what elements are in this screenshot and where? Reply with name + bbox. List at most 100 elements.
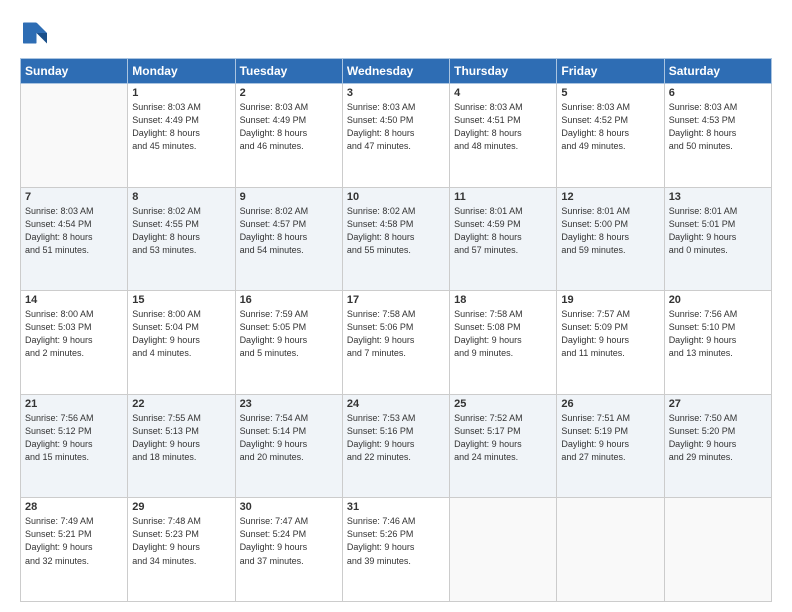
day-number: 21	[25, 398, 123, 410]
day-info: Sunrise: 7:49 AMSunset: 5:21 PMDaylight:…	[25, 515, 123, 567]
day-info: Sunrise: 7:55 AMSunset: 5:13 PMDaylight:…	[132, 412, 230, 464]
calendar-cell: 9 Sunrise: 8:02 AMSunset: 4:57 PMDaylight…	[235, 187, 342, 291]
calendar-cell: 14 Sunrise: 8:00 AMSunset: 5:03 PMDayligh…	[21, 291, 128, 395]
day-info: Sunrise: 8:03 AMSunset: 4:49 PMDaylight:…	[240, 101, 338, 153]
calendar-cell: 26 Sunrise: 7:51 AMSunset: 5:19 PMDayligh…	[557, 394, 664, 498]
day-info: Sunrise: 7:46 AMSunset: 5:26 PMDaylight:…	[347, 515, 445, 567]
day-number: 27	[669, 398, 767, 410]
calendar-cell: 10 Sunrise: 8:02 AMSunset: 4:58 PMDayligh…	[342, 187, 449, 291]
calendar-cell: 19 Sunrise: 7:57 AMSunset: 5:09 PMDayligh…	[557, 291, 664, 395]
header	[20, 18, 772, 48]
day-number: 19	[561, 294, 659, 306]
day-info: Sunrise: 8:00 AMSunset: 5:04 PMDaylight:…	[132, 308, 230, 360]
day-info: Sunrise: 7:52 AMSunset: 5:17 PMDaylight:…	[454, 412, 552, 464]
day-info: Sunrise: 8:03 AMSunset: 4:52 PMDaylight:…	[561, 101, 659, 153]
calendar-cell: 18Sunrise: 7:58 AMSunset: 5:08 PMDayligh…	[450, 291, 557, 395]
day-info: Sunrise: 7:51 AMSunset: 5:19 PMDaylight:…	[561, 412, 659, 464]
calendar-cell: 27 Sunrise: 7:50 AMSunset: 5:20 PMDayligh…	[664, 394, 771, 498]
calendar-cell: 8 Sunrise: 8:02 AMSunset: 4:55 PMDaylight…	[128, 187, 235, 291]
calendar-cell: 7 Sunrise: 8:03 AMSunset: 4:54 PMDaylight…	[21, 187, 128, 291]
calendar-table: SundayMondayTuesdayWednesdayThursdayFrid…	[20, 58, 772, 602]
day-info: Sunrise: 7:57 AMSunset: 5:09 PMDaylight:…	[561, 308, 659, 360]
day-info: Sunrise: 8:02 AMSunset: 4:55 PMDaylight:…	[132, 205, 230, 257]
day-info: Sunrise: 8:02 AMSunset: 4:58 PMDaylight:…	[347, 205, 445, 257]
day-number: 2	[240, 87, 338, 99]
day-number: 26	[561, 398, 659, 410]
day-number: 11	[454, 191, 552, 203]
calendar-cell: 3Sunrise: 8:03 AMSunset: 4:50 PMDaylight…	[342, 84, 449, 188]
calendar-cell: 15 Sunrise: 8:00 AMSunset: 5:04 PMDayligh…	[128, 291, 235, 395]
day-number: 17	[347, 294, 445, 306]
weekday-header-friday: Friday	[557, 59, 664, 84]
day-info: Sunrise: 8:01 AMSunset: 4:59 PMDaylight:…	[454, 205, 552, 257]
day-info: Sunrise: 7:56 AMSunset: 5:10 PMDaylight:…	[669, 308, 767, 360]
weekday-header-wednesday: Wednesday	[342, 59, 449, 84]
day-number: 20	[669, 294, 767, 306]
day-info: Sunrise: 8:03 AMSunset: 4:53 PMDaylight:…	[669, 101, 767, 153]
logo	[20, 18, 54, 48]
calendar-cell	[664, 498, 771, 602]
day-info: Sunrise: 8:00 AMSunset: 5:03 PMDaylight:…	[25, 308, 123, 360]
day-info: Sunrise: 7:56 AMSunset: 5:12 PMDaylight:…	[25, 412, 123, 464]
day-number: 12	[561, 191, 659, 203]
calendar-cell	[450, 498, 557, 602]
calendar-cell: 24Sunrise: 7:53 AMSunset: 5:16 PMDayligh…	[342, 394, 449, 498]
day-number: 22	[132, 398, 230, 410]
calendar-cell: 21 Sunrise: 7:56 AMSunset: 5:12 PMDayligh…	[21, 394, 128, 498]
day-info: Sunrise: 7:53 AMSunset: 5:16 PMDaylight:…	[347, 412, 445, 464]
day-number: 30	[240, 501, 338, 513]
day-number: 4	[454, 87, 552, 99]
day-number: 25	[454, 398, 552, 410]
day-number: 15	[132, 294, 230, 306]
logo-icon	[20, 18, 50, 48]
day-info: Sunrise: 7:54 AMSunset: 5:14 PMDaylight:…	[240, 412, 338, 464]
calendar-cell	[21, 84, 128, 188]
day-info: Sunrise: 8:03 AMSunset: 4:54 PMDaylight:…	[25, 205, 123, 257]
calendar-cell: 31 Sunrise: 7:46 AMSunset: 5:26 PMDayligh…	[342, 498, 449, 602]
calendar-cell: 1 Sunrise: 8:03 AMSunset: 4:49 PMDaylight…	[128, 84, 235, 188]
weekday-header-thursday: Thursday	[450, 59, 557, 84]
weekday-header-saturday: Saturday	[664, 59, 771, 84]
calendar-week-row: 21 Sunrise: 7:56 AMSunset: 5:12 PMDayligh…	[21, 394, 772, 498]
day-number: 23	[240, 398, 338, 410]
day-info: Sunrise: 7:58 AMSunset: 5:08 PMDaylight:…	[454, 308, 552, 360]
calendar-week-row: 1 Sunrise: 8:03 AMSunset: 4:49 PMDaylight…	[21, 84, 772, 188]
day-number: 6	[669, 87, 767, 99]
calendar-cell: 13Sunrise: 8:01 AMSunset: 5:01 PMDayligh…	[664, 187, 771, 291]
day-info: Sunrise: 7:59 AMSunset: 5:05 PMDaylight:…	[240, 308, 338, 360]
day-number: 10	[347, 191, 445, 203]
day-number: 8	[132, 191, 230, 203]
day-number: 7	[25, 191, 123, 203]
calendar-cell: 30 Sunrise: 7:47 AMSunset: 5:24 PMDayligh…	[235, 498, 342, 602]
calendar-cell: 2 Sunrise: 8:03 AMSunset: 4:49 PMDaylight…	[235, 84, 342, 188]
day-info: Sunrise: 8:03 AMSunset: 4:49 PMDaylight:…	[132, 101, 230, 153]
day-number: 14	[25, 294, 123, 306]
day-info: Sunrise: 8:03 AMSunset: 4:51 PMDaylight:…	[454, 101, 552, 153]
calendar-week-row: 14 Sunrise: 8:00 AMSunset: 5:03 PMDayligh…	[21, 291, 772, 395]
day-info: Sunrise: 7:58 AMSunset: 5:06 PMDaylight:…	[347, 308, 445, 360]
calendar-cell: 29 Sunrise: 7:48 AMSunset: 5:23 PMDayligh…	[128, 498, 235, 602]
day-number: 3	[347, 87, 445, 99]
day-info: Sunrise: 7:47 AMSunset: 5:24 PMDaylight:…	[240, 515, 338, 567]
day-number: 29	[132, 501, 230, 513]
calendar-cell: 6 Sunrise: 8:03 AMSunset: 4:53 PMDaylight…	[664, 84, 771, 188]
day-number: 9	[240, 191, 338, 203]
day-number: 16	[240, 294, 338, 306]
day-number: 31	[347, 501, 445, 513]
calendar-cell: 4 Sunrise: 8:03 AMSunset: 4:51 PMDaylight…	[450, 84, 557, 188]
day-number: 1	[132, 87, 230, 99]
day-info: Sunrise: 7:48 AMSunset: 5:23 PMDaylight:…	[132, 515, 230, 567]
weekday-header-row: SundayMondayTuesdayWednesdayThursdayFrid…	[21, 59, 772, 84]
day-info: Sunrise: 8:01 AMSunset: 5:01 PMDaylight:…	[669, 205, 767, 257]
day-number: 5	[561, 87, 659, 99]
calendar-cell: 17 Sunrise: 7:58 AMSunset: 5:06 PMDayligh…	[342, 291, 449, 395]
calendar-cell: 12 Sunrise: 8:01 AMSunset: 5:00 PMDayligh…	[557, 187, 664, 291]
weekday-header-sunday: Sunday	[21, 59, 128, 84]
calendar-cell: 11 Sunrise: 8:01 AMSunset: 4:59 PMDayligh…	[450, 187, 557, 291]
day-info: Sunrise: 8:02 AMSunset: 4:57 PMDaylight:…	[240, 205, 338, 257]
day-info: Sunrise: 7:50 AMSunset: 5:20 PMDaylight:…	[669, 412, 767, 464]
day-info: Sunrise: 8:01 AMSunset: 5:00 PMDaylight:…	[561, 205, 659, 257]
calendar-cell: 25 Sunrise: 7:52 AMSunset: 5:17 PMDayligh…	[450, 394, 557, 498]
calendar-week-row: 7 Sunrise: 8:03 AMSunset: 4:54 PMDaylight…	[21, 187, 772, 291]
calendar-cell: 28Sunrise: 7:49 AMSunset: 5:21 PMDayligh…	[21, 498, 128, 602]
